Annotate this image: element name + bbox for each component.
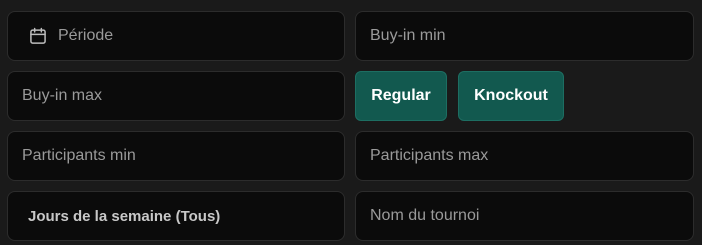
buyin-max-field[interactable]: Buy-in max: [7, 71, 345, 121]
participants-min-field[interactable]: Participants min: [7, 131, 345, 181]
regular-button[interactable]: Regular: [355, 71, 447, 121]
period-field[interactable]: Période: [7, 11, 345, 61]
calendar-icon: [28, 26, 48, 46]
knockout-button[interactable]: Knockout: [458, 71, 564, 121]
buyin-min-field[interactable]: Buy-in min: [355, 11, 694, 61]
tournament-name-placeholder: Nom du tournoi: [370, 207, 480, 224]
buyin-max-placeholder: Buy-in max: [22, 87, 103, 104]
weekdays-select[interactable]: Jours de la semaine (Tous): [7, 191, 345, 241]
participants-max-placeholder: Participants max: [370, 147, 489, 164]
buyin-min-placeholder: Buy-in min: [370, 27, 446, 44]
weekdays-label: Jours de la semaine (Tous): [28, 207, 221, 225]
participants-max-field[interactable]: Participants max: [355, 131, 694, 181]
participants-min-placeholder: Participants min: [22, 147, 136, 164]
period-placeholder: Période: [58, 27, 114, 44]
tournament-name-field[interactable]: Nom du tournoi: [355, 191, 694, 241]
